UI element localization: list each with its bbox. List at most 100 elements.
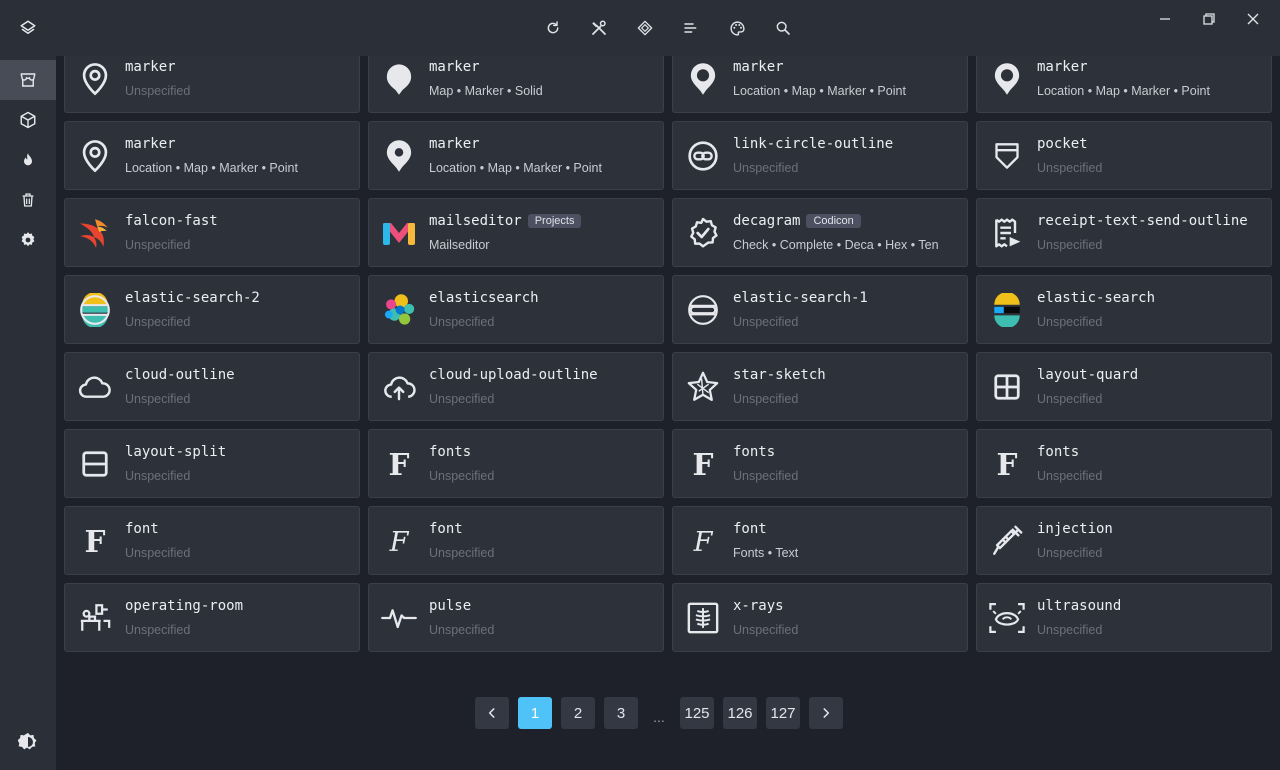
icon-card[interactable]: receipt-text-send-outline Unspecified (976, 198, 1272, 267)
icon-name: pulse (429, 598, 471, 614)
icon-name-label: receipt-text-send-outline (1037, 213, 1248, 229)
icon-card[interactable]: mailseditor Projects Mailseditor (368, 198, 664, 267)
icon-card[interactable]: layout-split Unspecified (64, 429, 360, 498)
sort-lines-icon[interactable] (678, 14, 704, 42)
search-icon[interactable] (770, 14, 796, 42)
icon-card[interactable]: marker Map • Marker • Solid (368, 56, 664, 113)
sidebar-item-popular[interactable] (0, 140, 56, 180)
icon-name-label: elastic-search-2 (125, 290, 260, 306)
icon-name: layout-split (125, 444, 226, 460)
page-button[interactable]: 127 (766, 697, 800, 729)
icon-tags: Mailseditor (429, 238, 490, 252)
sidebar-item-store[interactable] (0, 60, 56, 100)
icon-card[interactable]: pulse Unspecified (368, 583, 664, 652)
chevron-right-icon (823, 708, 830, 718)
icon-name-label: cloud-upload-outline (429, 367, 598, 383)
sidebar-item-theme[interactable] (0, 722, 56, 762)
icon-card[interactable]: operating-room Unspecified (64, 583, 360, 652)
icon-tags: Unspecified (733, 161, 799, 175)
falcon-icon (77, 215, 113, 251)
layout-split-icon (77, 446, 113, 482)
page-button[interactable]: 2 (561, 697, 595, 729)
icon-card[interactable]: ultrasound Unspecified (976, 583, 1272, 652)
icon-card[interactable]: Ffonts Unspecified (368, 429, 664, 498)
icon-card[interactable]: marker Location • Map • Marker • Point (368, 121, 664, 190)
icon-card[interactable]: elastic-search-2 Unspecified (64, 275, 360, 344)
icon-card[interactable]: marker Location • Map • Marker • Point (672, 56, 968, 113)
restore-icon[interactable] (1192, 8, 1226, 30)
layout-quad-icon (989, 369, 1025, 405)
icon-card[interactable]: elastic-search-1 Unspecified (672, 275, 968, 344)
page-button[interactable]: 1 (518, 697, 552, 729)
next-page-button[interactable] (809, 697, 843, 729)
icon-tags: Unspecified (429, 315, 495, 329)
svg-text:F: F (693, 448, 714, 480)
icon-tags: Unspecified (125, 84, 191, 98)
icon-name-label: star-sketch (733, 367, 826, 383)
icon-name-label: font (429, 521, 463, 537)
icon-tags: Unspecified (429, 392, 495, 406)
icon-card[interactable]: Ffont Unspecified (368, 506, 664, 575)
icon-card[interactable]: decagram Codicon Check • Complete • Deca •… (672, 198, 968, 267)
icon-card[interactable]: Ffonts Unspecified (976, 429, 1272, 498)
icon-name: decagram Codicon (733, 213, 861, 229)
page-button[interactable]: 126 (723, 697, 757, 729)
icon-name-label: fonts (429, 444, 472, 460)
page-button[interactable]: 3 (604, 697, 638, 729)
icon-card[interactable]: pocket Unspecified (976, 121, 1272, 190)
prev-page-button[interactable] (475, 697, 509, 729)
icon-name: font (125, 521, 159, 537)
font-f-icon: F (685, 446, 721, 482)
icon-card[interactable]: star-sketch Unspecified (672, 352, 968, 421)
icon-card[interactable]: Ffonts Unspecified (672, 429, 968, 498)
diamond-icon[interactable] (632, 14, 658, 42)
icon-tags: Location • Map • Marker • Point (125, 161, 298, 175)
icon-tags: Unspecified (429, 469, 495, 483)
icon-card[interactable]: cloud-outline Unspecified (64, 352, 360, 421)
icon-card[interactable]: Ffont Unspecified (64, 506, 360, 575)
icon-card[interactable]: x-rays Unspecified (672, 583, 968, 652)
icon-name-label: marker (429, 59, 480, 75)
icon-name: fonts (429, 444, 471, 460)
icon-tags: Unspecified (1037, 623, 1103, 637)
icon-name: marker (1037, 59, 1088, 75)
layers-logo-icon[interactable] (0, 0, 56, 56)
icon-card[interactable]: injection Unspecified (976, 506, 1272, 575)
icon-card[interactable]: marker Unspecified (64, 56, 360, 113)
sidebar-item-settings[interactable] (0, 220, 56, 260)
mailseditor-icon (381, 215, 417, 251)
icon-card[interactable]: marker Location • Map • Marker • Point (64, 121, 360, 190)
icon-card[interactable]: elastic-search Unspecified (976, 275, 1272, 344)
palette-icon[interactable] (724, 14, 750, 42)
refresh-icon[interactable] (540, 14, 566, 42)
tools-icon[interactable] (586, 14, 612, 42)
cube-icon (20, 111, 36, 129)
sidebar-item-trash[interactable] (0, 180, 56, 220)
icon-tags: Unspecified (1037, 546, 1103, 560)
icon-tags: Unspecified (1037, 392, 1103, 406)
icon-name-label: elastic-search-1 (733, 290, 868, 306)
sidebar-item-packages[interactable] (0, 100, 56, 140)
icon-card[interactable]: falcon-fast Unspecified (64, 198, 360, 267)
icon-name-label: falcon-fast (125, 213, 218, 229)
icon-card[interactable]: cloud-upload-outline Unspecified (368, 352, 664, 421)
theme-toggle-icon (18, 732, 37, 750)
page-button[interactable]: 125 (680, 697, 714, 729)
icon-card[interactable]: Ffont Fonts • Text (672, 506, 968, 575)
icon-name: layout-quard (1037, 367, 1138, 383)
icon-card[interactable]: link-circle-outline Unspecified (672, 121, 968, 190)
icon-name-label: layout-split (125, 444, 227, 460)
pulse-icon (381, 600, 417, 636)
map-marker-ring-icon (685, 61, 721, 97)
icon-name-label: mailseditor (429, 213, 522, 229)
icon-name-label: operating-room (125, 598, 244, 614)
icon-card[interactable]: elasticsearch Unspecified (368, 275, 664, 344)
minimize-icon[interactable] (1148, 8, 1182, 30)
icon-card[interactable]: layout-quard Unspecified (976, 352, 1272, 421)
icon-card[interactable]: marker Location • Map • Marker • Point (976, 56, 1272, 113)
icon-name-label: decagram (733, 213, 801, 229)
source-badge: Codicon (806, 214, 861, 228)
close-icon[interactable] (1236, 8, 1270, 30)
svg-text:F: F (389, 448, 410, 480)
icon-tags: Unspecified (1037, 315, 1103, 329)
